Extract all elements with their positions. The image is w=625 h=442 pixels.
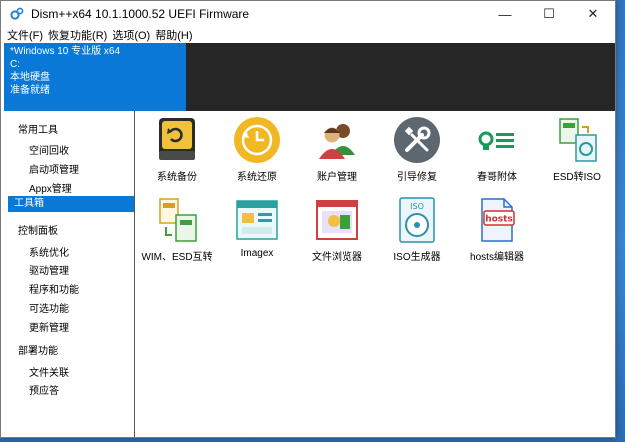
restore-clock-icon [234, 117, 280, 163]
sidebar-item-optional-features[interactable]: 可选功能 [29, 300, 69, 315]
sidebar-item-programs[interactable]: 程序和功能 [29, 281, 79, 296]
session-status: 准备就绪 [10, 85, 50, 96]
toolbox-grid: 系统备份 系统还原 账户管理 引导修复 春哥附体 ESD转ISO WIM、ESD… [137, 111, 615, 437]
users-icon [319, 124, 355, 159]
tool-chunge-futi-label: 春哥附体 [477, 172, 517, 183]
tool-iso-generator[interactable]: ISO ISO生成器 [377, 195, 457, 263]
maximize-button[interactable]: ☐ [527, 1, 571, 27]
file-browser-icon [316, 200, 358, 240]
tool-account-manager-label: 账户管理 [317, 172, 357, 183]
sidebar-item-toolbox[interactable]: 工具箱 [8, 196, 134, 212]
sidebar-item-startup[interactable]: 启动项管理 [29, 161, 79, 176]
iso-disc-icon: ISO [399, 197, 435, 243]
tool-hosts-editor[interactable]: hosts hosts编辑器 [457, 195, 537, 263]
tool-hosts-editor-label: hosts编辑器 [470, 252, 524, 263]
menu-restore[interactable]: 恢复功能(R) [46, 27, 109, 43]
tool-system-backup-label: 系统备份 [157, 172, 197, 183]
window-title: Dism++x64 10.1.1000.52 UEFI Firmware [31, 7, 250, 21]
tool-system-restore[interactable]: 系统还原 [217, 115, 297, 183]
tool-system-backup[interactable]: 系统备份 [137, 115, 217, 183]
tool-esd-to-iso[interactable]: ESD转ISO [537, 115, 617, 183]
menu-file[interactable]: 文件(F) [5, 27, 45, 43]
sidebar-item-drivers[interactable]: 驱动管理 [29, 262, 69, 277]
tool-wim-esd-convert-label: WIM、ESD互转 [141, 252, 213, 263]
app-gears-icon [9, 6, 25, 22]
menu-help[interactable]: 帮助(H) [153, 27, 194, 43]
minimize-button[interactable]: — [483, 1, 527, 27]
sidebar-item-updates[interactable]: 更新管理 [29, 319, 69, 334]
close-button[interactable]: ✕ [571, 1, 615, 27]
tool-system-restore-label: 系统还原 [237, 172, 277, 183]
tool-wim-esd-convert[interactable]: WIM、ESD互转 [137, 195, 217, 263]
tool-imagex[interactable]: Imagex [217, 195, 297, 259]
wim-esd-icon [159, 198, 197, 242]
svg-text:hosts: hosts [485, 215, 513, 225]
menu-bar: 文件(F) 恢复功能(R) 选项(O) 帮助(H) [1, 27, 615, 43]
session-empty-area [186, 43, 615, 111]
tool-imagex-label: Imagex [240, 248, 274, 259]
sidebar-group-control-panel: 控制面板 [18, 226, 58, 237]
tool-boot-repair-label: 引导修复 [397, 172, 437, 183]
session-selected[interactable]: *Windows 10 专业版 x64 C: 本地硬盘 准备就绪 [4, 43, 186, 111]
menu-options[interactable]: 选项(O) [110, 27, 152, 43]
tool-account-manager[interactable]: 账户管理 [297, 115, 377, 183]
sidebar-item-appx[interactable]: Appx管理 [29, 180, 72, 195]
tool-iso-generator-label: ISO生成器 [393, 252, 441, 263]
sidebar-item-optimize[interactable]: 系统优化 [29, 244, 69, 259]
backup-drive-icon [159, 118, 195, 160]
key-lines-icon [478, 131, 514, 150]
sidebar-group-deploy: 部署功能 [18, 346, 58, 357]
esd-iso-icon [559, 118, 597, 162]
tool-chunge-futi[interactable]: 春哥附体 [457, 115, 537, 183]
svg-text:ISO: ISO [410, 202, 424, 211]
tool-file-browser-label: 文件浏览器 [312, 252, 362, 263]
tool-esd-to-iso-label: ESD转ISO [553, 172, 601, 183]
app-window: Dism++x64 10.1.1000.52 UEFI Firmware — ☐… [0, 0, 616, 438]
tool-file-browser[interactable]: 文件浏览器 [297, 195, 377, 263]
sidebar: 常用工具 空间回收 启动项管理 Appx管理 工具箱 控制面板 系统优化 驱动管… [1, 111, 135, 437]
sidebar-group-common-tools: 常用工具 [18, 125, 58, 136]
session-os-name: *Windows 10 专业版 x64 [10, 46, 121, 57]
sidebar-item-answer-file[interactable]: 预应答 [29, 382, 59, 397]
tool-boot-repair[interactable]: 引导修复 [377, 115, 457, 183]
imagex-window-icon [236, 200, 278, 240]
sidebar-item-space-cleanup[interactable]: 空间回收 [29, 142, 69, 157]
hosts-file-icon: hosts [481, 198, 515, 242]
title-bar[interactable]: Dism++x64 10.1.1000.52 UEFI Firmware — ☐… [1, 1, 615, 27]
session-drive: C: [10, 59, 20, 70]
sidebar-item-file-assoc[interactable]: 文件关联 [29, 364, 69, 379]
wrench-screwdriver-icon [394, 117, 440, 163]
session-disk-type: 本地硬盘 [10, 72, 50, 83]
